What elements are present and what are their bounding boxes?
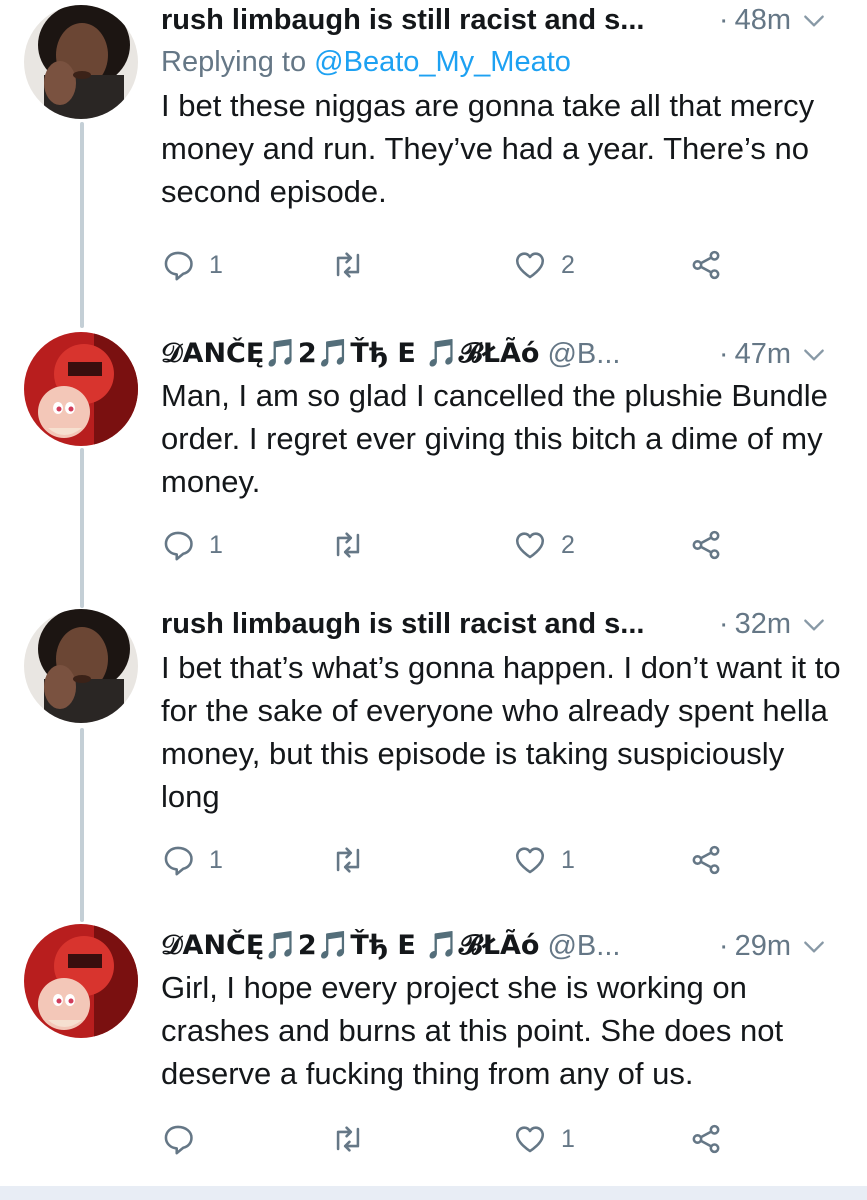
reply-count: 1 [209,531,223,559]
user-handle[interactable]: @B... [547,926,620,966]
heart-outline-icon [515,532,545,559]
display-name[interactable]: rush limbaugh is still racist and s... [161,0,644,40]
tweet-text: I bet these niggas are gonna take all th… [161,88,823,209]
reply-button[interactable] [161,1119,209,1159]
thread-line [80,448,84,608]
reply-button[interactable]: 1 [161,840,223,880]
replying-to-label: Replying to [161,46,315,78]
chevron-down-icon[interactable] [801,342,827,368]
avatar[interactable] [24,5,138,119]
share-nodes-icon [692,250,720,280]
heart-outline-icon [515,1126,545,1153]
like-count: 1 [561,846,575,874]
share-button[interactable] [689,1119,723,1159]
user-handle[interactable]: @B... [547,334,620,374]
like-button[interactable]: 2 [513,245,575,285]
chevron-down-icon[interactable] [801,934,827,960]
share-nodes-icon [692,845,720,875]
like-button[interactable]: 1 [513,1119,575,1159]
avatar[interactable] [24,332,138,446]
like-count: 1 [561,1125,575,1153]
replying-to-user-link[interactable]: @Beato_My_Meato [314,46,571,78]
retweet-arrows-icon [336,847,360,873]
avatar-cartoon [24,332,138,446]
tweet-text: I bet that’s what’s gonna happen. I don’… [161,650,850,814]
tweet-text: Man, I am so glad I cancelled the plushi… [161,378,837,499]
timestamp[interactable]: 29m [719,926,791,966]
like-button[interactable]: 1 [513,840,575,880]
timestamp[interactable]: 47m [719,334,791,374]
share-button[interactable] [689,840,723,880]
heart-outline-icon [515,252,545,279]
share-nodes-icon [692,1124,720,1154]
like-count: 2 [561,531,575,559]
retweet-button[interactable] [331,1119,365,1159]
chevron-down-icon[interactable] [801,612,827,638]
share-button[interactable] [689,525,723,565]
speech-bubble-icon [164,1125,193,1155]
avatar-photo [24,5,138,119]
tweet-text: Girl, I hope every project she is workin… [161,970,792,1091]
heart-outline-icon [515,847,545,874]
share-button[interactable] [689,245,723,285]
retweet-arrows-icon [336,532,360,558]
retweet-button[interactable] [331,245,365,285]
display-name[interactable]: 𝒟ANČĘ🎵2🎵Ťђ E 🎵𝓑ŁÃό [161,334,539,374]
like-button[interactable]: 2 [513,525,575,565]
bottom-divider [0,1186,867,1200]
speech-bubble-icon [164,251,193,281]
retweet-arrows-icon [336,1126,360,1152]
reply-count: 1 [209,251,223,279]
timestamp[interactable]: 48m [719,0,791,40]
retweet-button[interactable] [331,525,365,565]
thread-line [80,122,84,328]
like-count: 2 [561,251,575,279]
retweet-button[interactable] [331,840,365,880]
avatar-photo [24,609,138,723]
replying-to: Replying to @Beato_My_Meato [161,42,849,82]
retweet-arrows-icon [336,252,360,278]
avatar[interactable] [24,609,138,723]
thread-line [80,728,84,922]
avatar-cartoon [24,924,138,1038]
display-name[interactable]: 𝒟ANČĘ🎵2🎵Ťђ E 🎵𝓑ŁÃό [161,926,539,966]
speech-bubble-icon [164,846,193,876]
reply-count: 1 [209,846,223,874]
reply-button[interactable]: 1 [161,245,223,285]
speech-bubble-icon [164,531,193,561]
chevron-down-icon[interactable] [801,8,827,34]
timestamp[interactable]: 32m [719,604,791,644]
share-nodes-icon [692,530,720,560]
reply-button[interactable]: 1 [161,525,223,565]
avatar[interactable] [24,924,138,1038]
display-name[interactable]: rush limbaugh is still racist and s... [161,604,644,644]
